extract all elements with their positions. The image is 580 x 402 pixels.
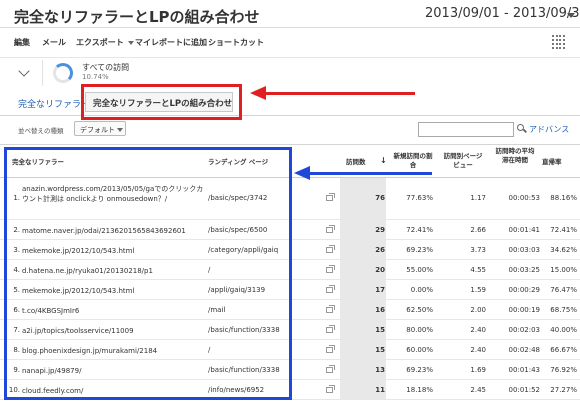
red-arrow-line <box>265 92 415 95</box>
visits-value: 15 <box>375 346 385 354</box>
visits-value: 76 <box>375 194 385 202</box>
bounce-rate-value: 15.00% <box>550 266 577 274</box>
segment-ring-icon <box>53 63 73 83</box>
date-range-picker[interactable]: 2013/09/01 - 2013/09/30 <box>425 6 580 21</box>
external-link-icon[interactable] <box>326 365 335 373</box>
pages-per-visit-value: 1.17 <box>470 194 486 202</box>
new-visit-rate-value: 72.41% <box>406 226 433 234</box>
visits-value: 29 <box>375 226 385 234</box>
bounce-rate-value: 34.62% <box>550 246 577 254</box>
shortcut-button[interactable]: ショートカット <box>208 37 264 48</box>
red-highlight-box <box>81 84 242 120</box>
edit-button[interactable]: 編集 <box>14 37 30 48</box>
search-input[interactable] <box>418 122 514 137</box>
external-link-icon[interactable] <box>326 245 335 253</box>
avg-duration-value: 00:01:41 <box>508 226 540 234</box>
pages-per-visit-value: 1.59 <box>470 286 486 294</box>
pages-per-visit-value: 4.55 <box>470 266 486 274</box>
visits-value: 15 <box>375 326 385 334</box>
caret-down-icon <box>127 40 134 45</box>
segment-percent: 10.74% <box>82 73 109 81</box>
bounce-rate-value: 40.00% <box>550 326 577 334</box>
red-arrow-icon <box>250 86 266 100</box>
column-header-pages-per-visit[interactable]: 訪問別ページビュー <box>441 152 485 170</box>
avg-duration-value: 00:00:19 <box>508 306 540 314</box>
bounce-rate-value: 68.75% <box>550 306 577 314</box>
add-to-dashboard-button[interactable]: マイレポートに追加 <box>135 37 207 48</box>
external-link-icon[interactable] <box>326 285 335 293</box>
new-visit-rate-value: 0.00% <box>410 286 433 294</box>
advanced-filter-link[interactable]: アドバンス <box>529 124 569 135</box>
chevron-down-icon[interactable] <box>567 13 575 18</box>
bounce-rate-value: 88.16% <box>550 194 577 202</box>
new-visit-rate-value: 77.63% <box>406 194 433 202</box>
avg-duration-value: 00:01:52 <box>508 386 540 394</box>
avg-duration-value: 00:00:29 <box>508 286 540 294</box>
report-toolbar: 編集 メール エクスポート マイレポートに追加 ショートカット <box>0 34 580 52</box>
pages-per-visit-value: 2.00 <box>470 306 486 314</box>
grid-icon[interactable] <box>552 35 566 49</box>
caret-down-icon <box>117 128 123 132</box>
new-visit-rate-value: 18.18% <box>406 386 433 394</box>
bounce-rate-value: 76.47% <box>550 286 577 294</box>
tab-full-referrer[interactable]: 完全なリファラー <box>18 97 90 110</box>
new-visit-rate-value: 55.00% <box>406 266 433 274</box>
blue-arrow-icon <box>294 166 310 180</box>
avg-duration-value: 00:03:25 <box>508 266 540 274</box>
bounce-rate-value: 72.41% <box>550 226 577 234</box>
bounce-rate-value: 76.92% <box>550 366 577 374</box>
new-visit-rate-value: 69.23% <box>406 366 433 374</box>
pages-per-visit-value: 3.73 <box>470 246 486 254</box>
filter-bar: 並べ替えの種類 デフォルト アドバンス <box>0 120 580 140</box>
search-icon[interactable] <box>517 124 527 133</box>
pages-per-visit-value: 2.40 <box>470 326 486 334</box>
avg-duration-value: 00:00:53 <box>508 194 540 202</box>
pages-per-visit-value: 1.69 <box>470 366 486 374</box>
chevron-down-icon[interactable] <box>18 65 30 77</box>
column-header-bounce-rate[interactable]: 直帰率 <box>542 158 562 167</box>
external-link-icon[interactable] <box>326 193 335 201</box>
external-link-icon[interactable] <box>326 385 335 393</box>
visits-value: 11 <box>375 386 385 394</box>
external-link-icon[interactable] <box>326 225 335 233</box>
sort-descending-icon[interactable]: ↓ <box>380 156 387 165</box>
column-header-avg-duration[interactable]: 訪問時の平均滞在時間 <box>493 147 537 165</box>
external-link-icon[interactable] <box>326 305 335 313</box>
pages-per-visit-value: 2.40 <box>470 346 486 354</box>
bounce-rate-value: 66.67% <box>550 346 577 354</box>
export-button[interactable]: エクスポート <box>76 37 134 48</box>
sort-type-value: デフォルト <box>80 126 115 134</box>
blue-arrow-line <box>310 172 432 175</box>
visits-value: 16 <box>375 306 385 314</box>
avg-duration-value: 00:01:43 <box>508 366 540 374</box>
external-link-icon[interactable] <box>326 345 335 353</box>
visits-value: 26 <box>375 246 385 254</box>
blue-highlight-box <box>4 147 292 400</box>
pages-per-visit-value: 2.66 <box>470 226 486 234</box>
bounce-rate-value: 27.27% <box>550 386 577 394</box>
new-visit-rate-value: 62.50% <box>406 306 433 314</box>
divider <box>42 60 43 86</box>
avg-duration-value: 00:02:03 <box>508 326 540 334</box>
pages-per-visit-value: 2.45 <box>470 386 486 394</box>
column-header-visits[interactable]: 訪問数 <box>346 158 366 167</box>
visits-value: 13 <box>375 366 385 374</box>
new-visit-rate-value: 80.00% <box>406 326 433 334</box>
avg-duration-value: 00:02:48 <box>508 346 540 354</box>
new-visit-rate-value: 69.23% <box>406 246 433 254</box>
visits-value: 20 <box>375 266 385 274</box>
column-header-new-visit-rate[interactable]: 新規訪問の割合 <box>393 152 433 170</box>
visits-value: 17 <box>375 286 385 294</box>
external-link-icon[interactable] <box>326 325 335 333</box>
mail-button[interactable]: メール <box>42 37 66 48</box>
external-link-icon[interactable] <box>326 265 335 273</box>
new-visit-rate-value: 60.00% <box>406 346 433 354</box>
page-title: 完全なリファラーとLPの組み合わせ <box>14 8 260 26</box>
sort-type-select[interactable]: デフォルト <box>74 121 126 136</box>
export-label: エクスポート <box>76 38 124 47</box>
report-header: 完全なリファラーとLPの組み合わせ 2013/09/01 - 2013/09/3… <box>0 0 580 28</box>
segment-name[interactable]: すべての訪問 <box>82 62 129 73</box>
sort-type-label: 並べ替えの種類 <box>18 127 64 135</box>
avg-duration-value: 00:03:03 <box>508 246 540 254</box>
